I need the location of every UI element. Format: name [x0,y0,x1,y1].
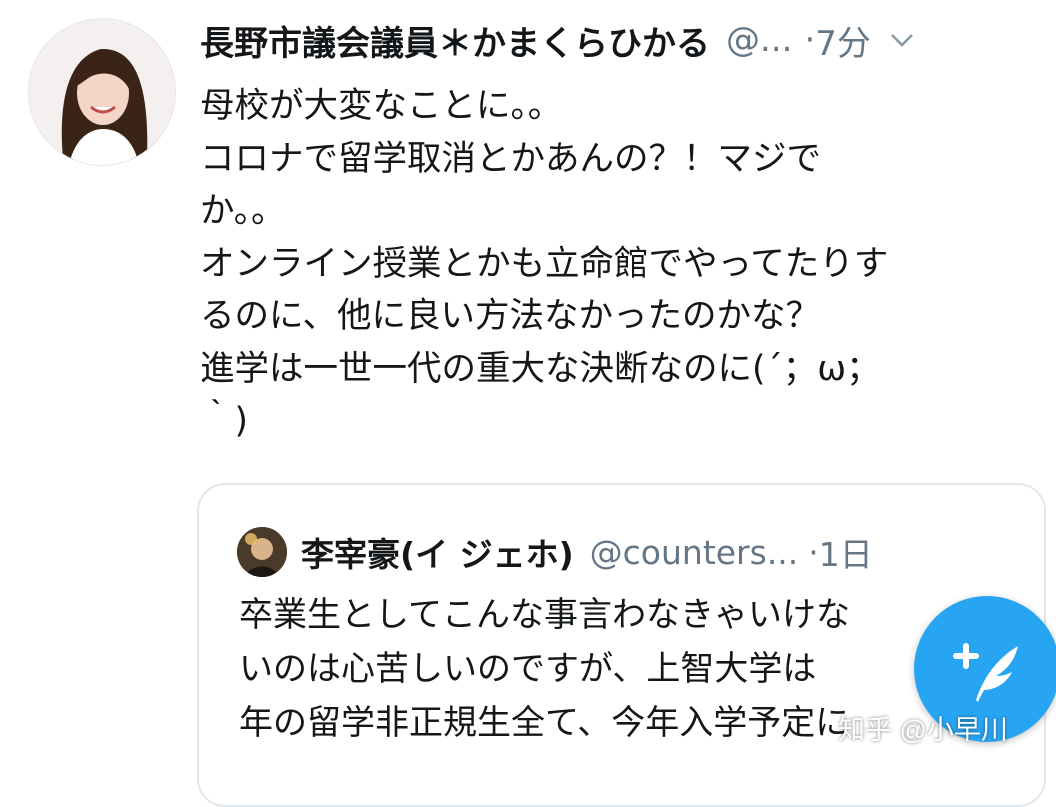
quoted-author-handle[interactable]: @counters... [590,533,799,572]
quoted-author-avatar[interactable] [237,527,287,577]
tweet-text-line: 母校が大変なことに。。 [200,86,563,126]
tweet-text-line: るのに、他に良い方法なかったのかな？ [200,296,820,336]
quoted-author-photo-icon [237,527,287,577]
header-separator: · [804,20,816,60]
tweet-header: 長野市議会議員＊かまくらひかる @... · 7分 [200,12,1050,68]
tweet-text-line: コロナで留学取消とかあんの？！マジで [200,138,821,179]
chevron-down-icon[interactable] [887,25,917,55]
quoted-tweet-header: 李宰豪(イ ジェホ) @counters... · 1日 [237,527,873,577]
author-avatar[interactable] [28,18,176,166]
tweet-text-line: ｀) [200,401,248,441]
tweet-text-line: か。。 [200,191,286,231]
quoted-header-separator: · [808,532,819,572]
quoted-author-display-name[interactable]: 李宰豪(イ ジェホ) [301,528,574,576]
tweet-body: 母校が大変なことに。。 コロナで留学取消とかあんの？！マジで か。。 オンライン… [200,80,1020,448]
tweet-text-line: 進学は一世一代の重大な決断なのに(´；ω； [200,348,881,389]
watermark-text: 知乎 @小早川 [838,715,1008,745]
tweet-text-line: オンライン授業とかも立命館でやってたりす [200,243,889,284]
author-handle[interactable]: @... [726,20,792,60]
author-display-name[interactable]: 長野市議会議員＊かまくらひかる [200,16,710,65]
author-photo-icon [29,19,175,165]
tweet-timestamp[interactable]: 7分 [815,16,871,65]
quoted-tweet-timestamp[interactable]: 1日 [819,528,873,576]
